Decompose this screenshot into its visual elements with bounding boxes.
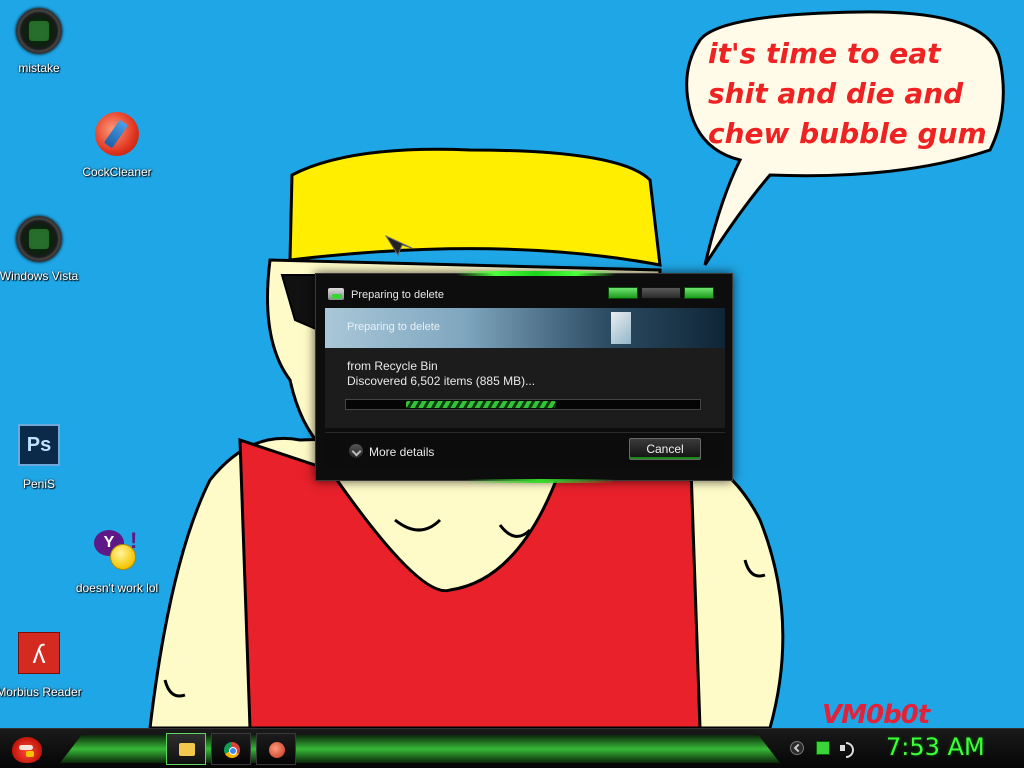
desktop-icon-yahoo[interactable]: Y! doesn't work lol [71, 528, 163, 596]
desktop-icon-label: Morbius Reader [0, 685, 82, 699]
close-button[interactable] [684, 287, 714, 299]
yahoo-messenger-icon: Y! [93, 528, 141, 576]
dialog-banner: Preparing to delete [325, 308, 725, 348]
acrobat-reader-icon: ʎ [15, 632, 63, 680]
more-details-toggle[interactable]: More details [369, 445, 434, 459]
discovered-status: Discovered 6,502 items (885 MB)... [347, 374, 536, 388]
dialog-bottom-glow [466, 479, 616, 483]
desktop-icon-label: Windows Vista [0, 269, 79, 283]
cancel-button[interactable]: Cancel [629, 438, 701, 460]
taskbar-chrome-button[interactable] [211, 733, 251, 765]
dialog-titlebar[interactable]: Preparing to delete [316, 274, 732, 310]
dialog-title: Preparing to delete [351, 289, 444, 301]
maximize-button[interactable] [641, 287, 681, 299]
taskbar-clock[interactable]: 7:53 AM [886, 733, 985, 761]
desktop-icon-label: mistake [18, 61, 60, 75]
artist-signature: VM0b0t [822, 700, 930, 730]
window-controls [605, 287, 714, 299]
angry-bird-icon [12, 737, 42, 763]
desktop-icon-cockcleaner[interactable]: CockCleaner [71, 112, 163, 180]
green-orb-icon [15, 8, 63, 56]
desktop-icon-morbius-reader[interactable]: ʎ Morbius Reader [0, 630, 85, 700]
speech-bubble-text: it's time to eat shit and die and chew b… [708, 37, 987, 150]
desktop-icon-label: doesn't work lol [75, 581, 159, 595]
taskbar-ccleaner-button[interactable] [256, 733, 296, 765]
progress-marquee [406, 401, 556, 408]
desktop-icon-label: PeniS [22, 477, 56, 491]
taskbar: 7:53 AM [0, 728, 1024, 768]
source-location: from Recycle Bin [347, 359, 438, 373]
minimize-button[interactable] [608, 287, 638, 299]
start-button[interactable] [6, 731, 46, 767]
tray-expand-icon[interactable] [790, 741, 804, 755]
delete-progress-dialog: Preparing to delete Preparing to delete … [315, 271, 733, 483]
volume-icon[interactable] [840, 741, 854, 758]
dialog-footer: More details Cancel [325, 432, 725, 468]
desktop-icon-windows-vista[interactable]: Windows Vista [0, 216, 85, 284]
ccleaner-icon [269, 742, 285, 758]
photoshop-icon: Ps [15, 424, 63, 472]
ccleaner-icon [93, 112, 141, 160]
desktop-icon-label: CockCleaner [82, 165, 152, 179]
taskbar-explorer-button[interactable] [166, 733, 206, 765]
recycle-bin-icon [328, 288, 344, 300]
desktop-icon-penis[interactable]: Ps PeniS [0, 422, 85, 492]
folder-icon [179, 743, 195, 756]
chevron-down-icon[interactable] [349, 444, 363, 458]
chrome-icon [224, 742, 240, 758]
progress-bar [345, 399, 701, 410]
desktop-icon-mistake[interactable]: mistake [0, 8, 85, 76]
banner-text: Preparing to delete [347, 321, 440, 333]
dialog-body: from Recycle Bin Discovered 6,502 items … [325, 348, 725, 428]
green-orb-icon [15, 216, 63, 264]
document-icon [611, 312, 631, 344]
network-icon[interactable] [816, 741, 830, 755]
